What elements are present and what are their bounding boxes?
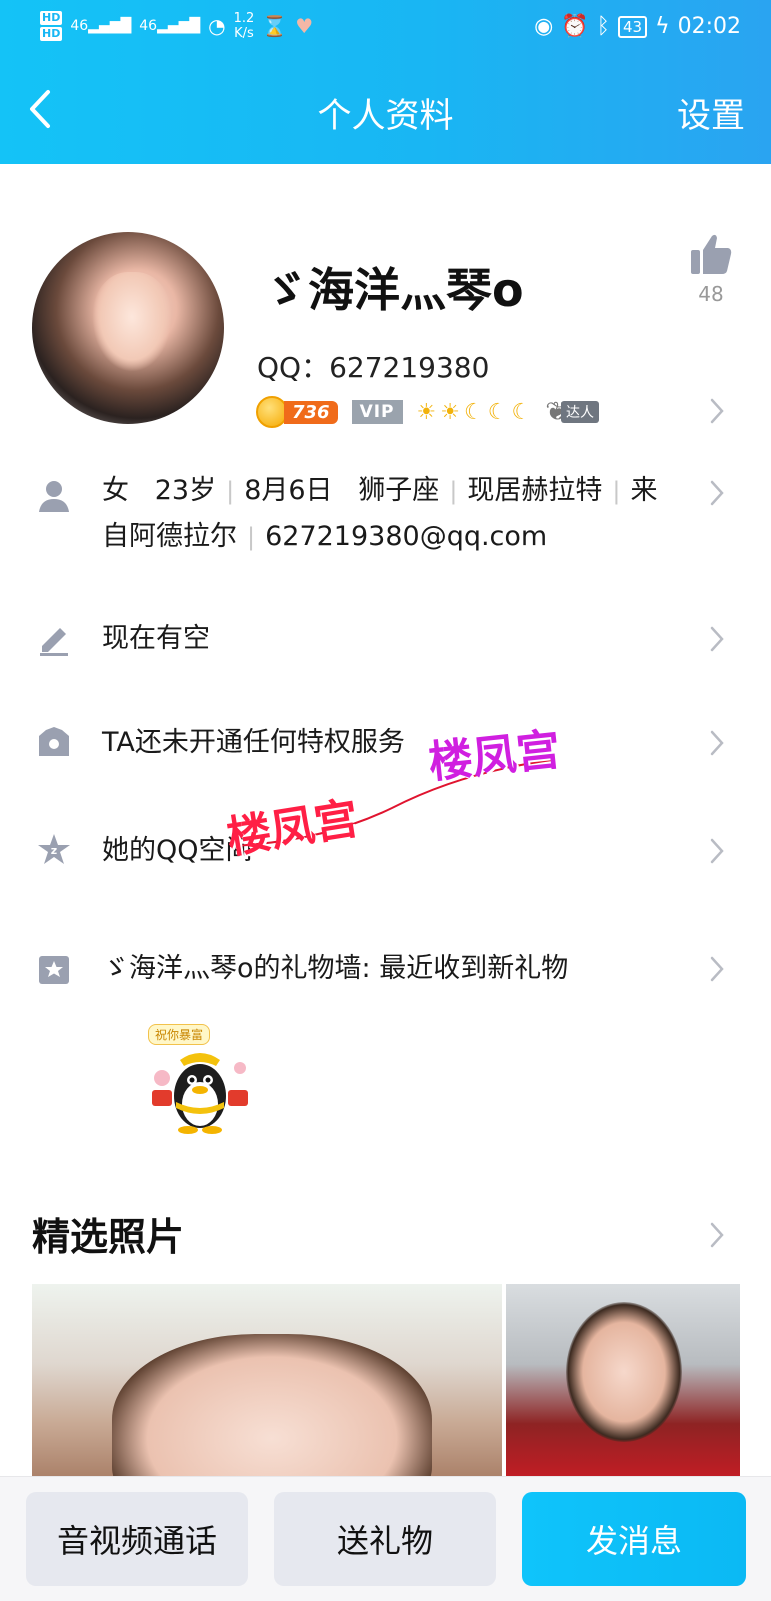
av-call-button[interactable]: 音视频通话 — [26, 1492, 248, 1586]
send-message-button[interactable]: 发消息 — [522, 1492, 746, 1586]
gift-star-icon — [39, 956, 69, 984]
chevron-right-icon — [710, 730, 724, 756]
hourglass-icon: ⌛ — [262, 14, 288, 38]
pencil-icon — [40, 628, 68, 656]
chevron-right-icon[interactable] — [710, 398, 724, 424]
hd-icon: HD HD — [40, 11, 63, 41]
signal-icon: 46▂▄▆█ — [70, 18, 132, 34]
clock: 02:02 — [677, 14, 741, 39]
svg-text:z: z — [51, 844, 57, 857]
qq-number: QQ：627219380 — [257, 351, 490, 384]
avatar[interactable] — [32, 232, 224, 424]
sun-icon: ☀ — [416, 399, 437, 425]
basic-info-text: 女 23岁 | 8月6日 狮子座 | 现居赫拉特 | 来 自阿德拉尔 | 627219380@q… — [102, 475, 658, 552]
chevron-right-icon — [710, 480, 724, 506]
gift-wall-row[interactable]: ゞ海洋灬琴o的礼物墙: 最近收到新礼物 — [0, 946, 771, 992]
qzone-row[interactable]: z 她的QQ空间 — [0, 828, 771, 874]
send-gift-button[interactable]: 送礼物 — [274, 1492, 496, 1586]
nickname: ゞ海洋灬琴o — [262, 263, 524, 317]
heart-health-icon: ♥ — [295, 14, 314, 38]
bluetooth-icon: ᛒ — [596, 14, 610, 39]
wifi-icon: ◔ — [208, 14, 226, 38]
coin-level-badge: 736 — [256, 396, 338, 428]
like-count: 48 — [698, 282, 724, 306]
vip-badge: VIP — [351, 400, 403, 424]
status-text: 现在有空 — [102, 623, 210, 654]
chevron-right-icon[interactable] — [710, 1222, 724, 1248]
chevron-right-icon — [710, 626, 724, 652]
photo-thumbnail[interactable] — [32, 1284, 502, 1484]
gift-penguin-image[interactable]: 祝你暴富 — [140, 1024, 260, 1134]
status-bar: HD HD 46▂▄▆█ 46▂▄▆█ ◔ 1.2 K/s ⌛ ♥ ◉ ⏰ ᛒ … — [0, 0, 771, 56]
signal-icon-2: 46▂▄▆█ — [139, 18, 201, 34]
thumbs-up-icon — [691, 234, 732, 274]
qzone-star-icon: z — [38, 834, 70, 864]
qzone-text: 她的QQ空间 — [102, 835, 253, 866]
gift-wall-text: ゞ海洋灬琴o的礼物墙: 最近收到新礼物 — [102, 953, 569, 984]
charging-icon: ϟ — [655, 14, 670, 39]
status-left: HD HD 46▂▄▆█ 46▂▄▆█ ◔ 1.2 K/s ⌛ ♥ — [40, 10, 313, 42]
photo-thumbnail[interactable] — [506, 1284, 740, 1484]
qq-level-icons: ☀ ☀ ☾ ☾ ☾ — [417, 400, 532, 425]
privilege-text: TA还未开通任何特权服务 — [102, 727, 405, 758]
network-speed: 1.2 K/s — [233, 11, 255, 41]
penguin-icon — [152, 1053, 248, 1134]
daren-badge: ❦ 达人 — [545, 397, 599, 427]
privilege-row[interactable]: TA还未开通任何特权服务 — [0, 720, 771, 766]
moon-icon: ☾ — [511, 399, 532, 425]
crown-icon — [39, 727, 69, 756]
alarm-icon: ⏰ — [561, 14, 589, 39]
page-title: 个人资料 — [317, 96, 454, 136]
chevron-right-icon — [710, 956, 724, 982]
person-icon — [39, 481, 69, 512]
chevron-right-icon — [710, 838, 724, 864]
status-row[interactable]: 现在有空 — [0, 616, 771, 662]
like-button[interactable]: 48 — [686, 232, 736, 306]
header: HD HD 46▂▄▆█ 46▂▄▆█ ◔ 1.2 K/s ⌛ ♥ ◉ ⏰ ᛒ … — [0, 0, 771, 164]
moon-icon: ☾ — [464, 399, 484, 425]
settings-button[interactable]: 设置 — [677, 88, 745, 137]
sun-icon: ☀ — [440, 399, 460, 425]
badge-row[interactable]: 736 VIP ☀ ☀ ☾ ☾ ☾ ❦ 达人 — [256, 396, 599, 428]
battery-indicator: 43 — [617, 15, 648, 38]
eye-icon: ◉ — [534, 14, 554, 39]
status-right: ◉ ⏰ ᛒ 43 ϟ 02:02 — [534, 14, 741, 39]
photos-section-title: 精选照片 — [32, 1215, 185, 1259]
basic-info-row[interactable]: 女 23岁 | 8月6日 狮子座 | 现居赫拉特 | 来 自阿德拉尔 | 627219380@q… — [0, 468, 771, 568]
moon-icon: ☾ — [487, 399, 508, 425]
